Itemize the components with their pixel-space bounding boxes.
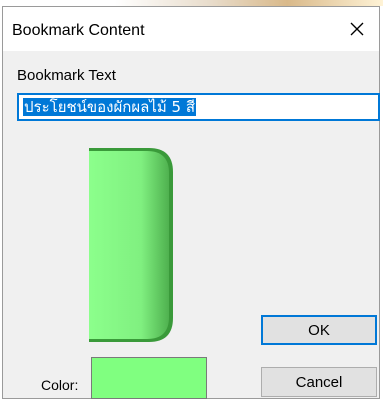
color-label: Color: [41,377,79,393]
dialog-title: Bookmark Content [12,22,145,39]
title-bar: Bookmark Content [3,7,379,51]
color-swatch[interactable] [91,357,207,399]
close-icon [350,22,364,36]
ok-button[interactable]: OK [261,315,377,345]
bookmark-text-label: Bookmark Text [17,67,116,84]
bookmark-preview [89,146,179,349]
close-button[interactable] [335,7,379,51]
bookmark-text-value: ประโยชน์ของผักผลไม้ 5 สี [23,98,197,116]
cancel-button[interactable]: Cancel [261,367,377,397]
bookmark-content-dialog: Bookmark Content Bookmark Text ประโยชน์ข… [2,6,380,399]
bookmark-text-input[interactable]: ประโยชน์ของผักผลไม้ 5 สี [17,93,380,121]
